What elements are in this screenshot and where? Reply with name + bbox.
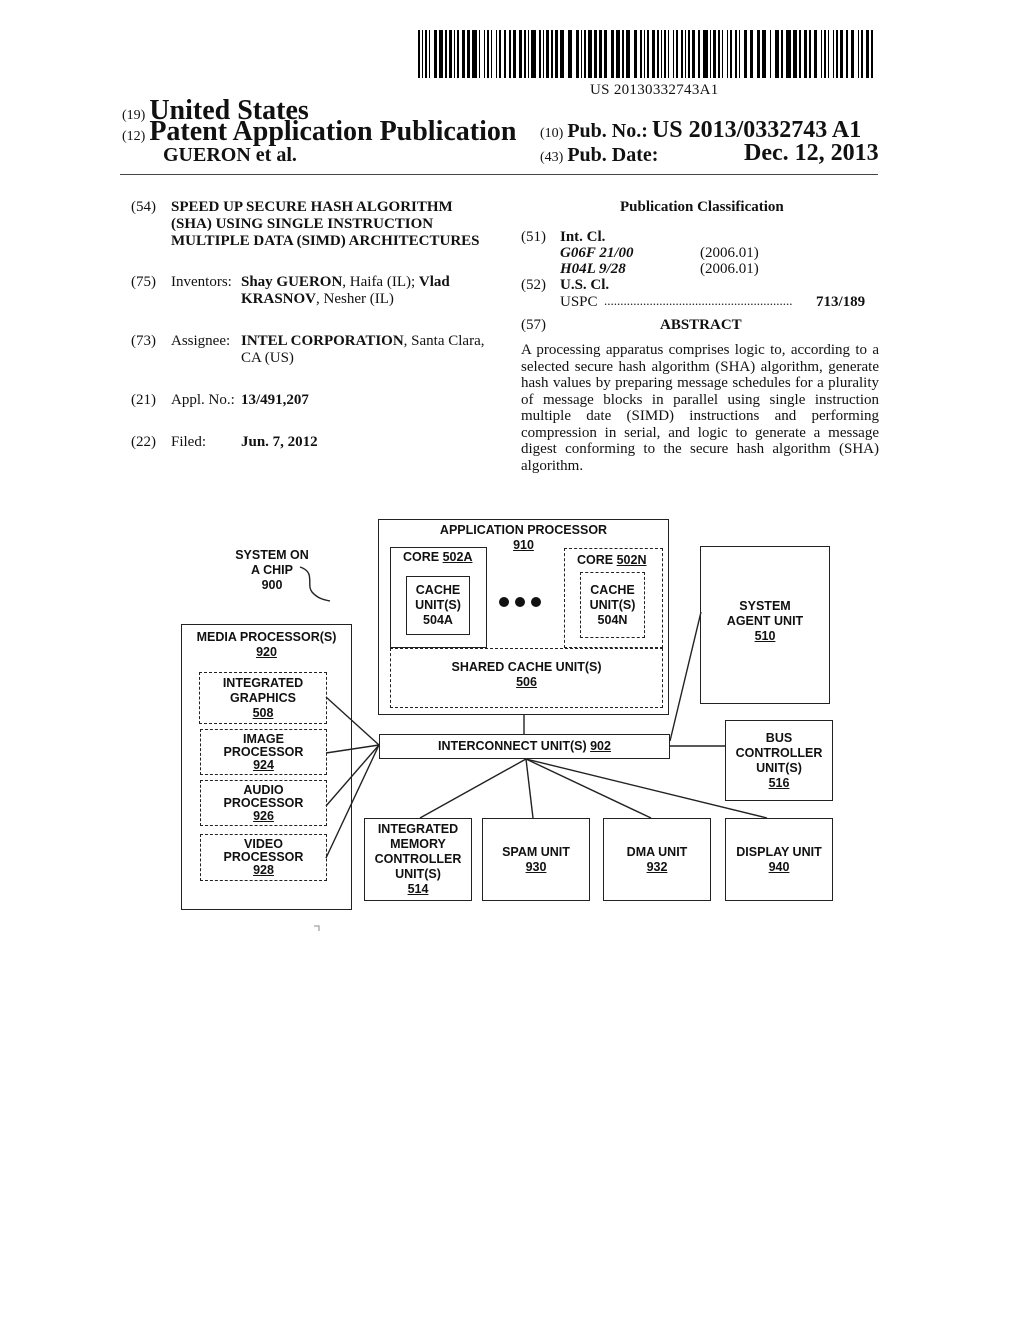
block-title: CORE: [577, 553, 617, 567]
block-line: PROCESSOR: [223, 795, 304, 810]
block-ref: 502A: [442, 550, 473, 564]
soc-label: SYSTEM ON A CHIP 900: [225, 548, 319, 593]
ellipsis-dot: [499, 597, 509, 607]
block-line: CACHE: [590, 582, 635, 597]
block-ref: 508: [252, 705, 274, 720]
block-title: MEDIA PROCESSOR(S): [196, 630, 337, 644]
block-line: MEMORY: [390, 837, 446, 851]
block-line: SYSTEM: [739, 598, 791, 613]
connector-spam: [525, 758, 534, 819]
block-ref: 926: [253, 808, 274, 823]
block-ref: 928: [253, 863, 274, 877]
spam-unit-block: SPAM UNIT 930: [482, 818, 590, 901]
block-line: CONTROLLER: [374, 852, 462, 866]
block-title: CORE: [403, 550, 443, 564]
block-ref: 920: [256, 645, 277, 659]
block-line: UNIT(S): [589, 597, 636, 612]
block-ref: 510: [754, 628, 776, 643]
block-line: AUDIO: [243, 782, 284, 797]
audio-processor-block: AUDIO PROCESSOR 926: [200, 780, 327, 826]
ellipsis-dot: [515, 597, 525, 607]
block-title: DMA UNIT: [626, 844, 688, 859]
ellipsis-dot: [531, 597, 541, 607]
cache-a-block: CACHE UNIT(S) 504A: [406, 576, 470, 635]
block-title: SPAM UNIT: [502, 844, 570, 859]
block-line: CONTROLLER: [735, 745, 823, 760]
block-ref: 902: [590, 739, 611, 753]
shared-cache-block: SHARED CACHE UNIT(S) 506: [390, 648, 663, 708]
connector-dma: [525, 758, 652, 819]
display-unit-block: DISPLAY UNIT 940: [725, 818, 833, 901]
connector-system-agent: [669, 611, 702, 742]
video-processor-block: VIDEO PROCESSOR 928: [200, 834, 327, 881]
core-n-label: CORE 502N: [565, 549, 662, 568]
block-line: UNIT(S): [395, 867, 441, 881]
block-title: DISPLAY UNIT: [736, 844, 822, 859]
block-ref: 514: [407, 882, 429, 896]
block-ref: 932: [646, 859, 668, 874]
connector-memory-controller: [419, 758, 527, 819]
block-ref: 502N: [616, 553, 647, 567]
block-title: INTERCONNECT UNIT(S): [438, 739, 591, 753]
block-title: SHARED CACHE UNIT(S): [451, 660, 602, 674]
block-line: INTEGRATED: [222, 675, 304, 690]
interconnect-block: INTERCONNECT UNIT(S) 902: [379, 734, 670, 759]
integrated-graphics-block: INTEGRATED GRAPHICS 508: [199, 672, 327, 724]
block-line: CACHE: [415, 583, 461, 597]
block-line: AGENT UNIT: [726, 613, 804, 628]
block-line: 504N: [597, 612, 628, 627]
block-line: UNIT(S): [415, 598, 461, 612]
soc-label-line: 900: [261, 578, 283, 592]
cache-n-block: CACHE UNIT(S) 504N: [580, 572, 645, 638]
system-agent-block: SYSTEM AGENT UNIT 510: [700, 546, 830, 704]
core-a-label: CORE 502A: [391, 548, 486, 565]
image-processor-block: IMAGE PROCESSOR 924: [200, 729, 327, 775]
block-line: INTEGRATED: [377, 822, 459, 836]
block-line: GRAPHICS: [230, 690, 296, 705]
block-line: BUS: [765, 730, 793, 745]
soc-label-line: A CHIP: [251, 563, 293, 577]
block-line: UNIT(S): [756, 760, 802, 775]
block-line: PROCESSOR: [223, 744, 304, 759]
block-ref: 940: [768, 859, 790, 874]
stray-mark: [314, 925, 320, 931]
block-line: 504A: [423, 613, 453, 627]
block-ref: 930: [525, 859, 547, 874]
bus-controller-block: BUS CONTROLLER UNIT(S) 516: [725, 720, 833, 801]
block-title: APPLICATION PROCESSOR: [439, 523, 608, 537]
block-ref: 506: [516, 675, 537, 689]
block-ref: 516: [768, 775, 790, 790]
soc-label-line: SYSTEM ON: [235, 548, 309, 562]
block-line: IMAGE: [243, 731, 284, 746]
block-ref: 924: [253, 757, 274, 772]
memory-controller-block: INTEGRATED MEMORY CONTROLLER UNIT(S) 514: [364, 818, 472, 901]
dma-unit-block: DMA UNIT 932: [603, 818, 711, 901]
